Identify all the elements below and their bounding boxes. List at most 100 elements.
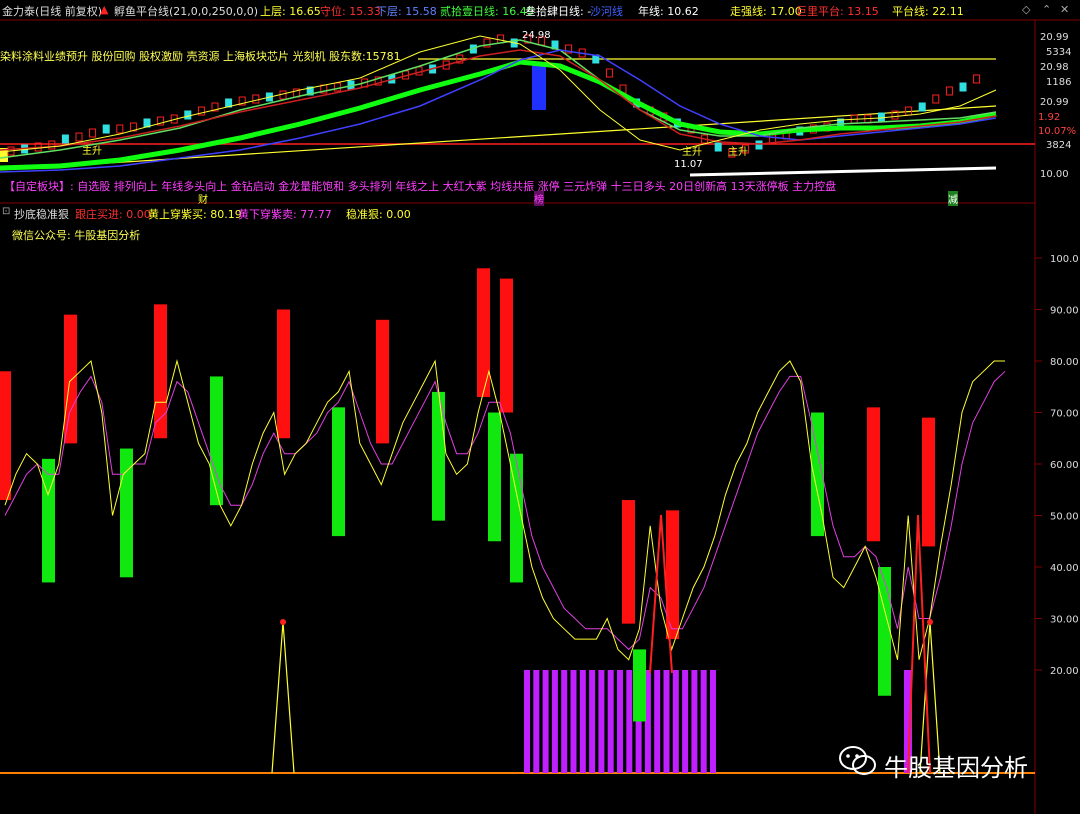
top-axis-2: 20.98 bbox=[1040, 62, 1069, 73]
top-axis-1: 5334 bbox=[1046, 47, 1072, 58]
price-candle bbox=[279, 90, 287, 100]
guard-value: 守位: 15.33 bbox=[320, 5, 381, 18]
panel-icon: ⊡ bbox=[2, 206, 11, 217]
purple-bar bbox=[570, 670, 577, 773]
purple-bar bbox=[617, 670, 623, 773]
purple-bar bbox=[700, 670, 707, 773]
y-tick-label: 100.0 bbox=[1050, 254, 1079, 265]
giant-value: 巨里平台: 13.15 bbox=[796, 5, 879, 18]
green-bar bbox=[633, 649, 646, 722]
title-bar: 金力泰(日线 前复权) ▲ 孵鱼平台线(21,0,0,250,0,0) 上层: … bbox=[0, 0, 1080, 20]
daily2-value: 贰拾壹日线: 16.49 bbox=[440, 5, 534, 18]
top-axis-5: 1.92 bbox=[1038, 112, 1061, 123]
price-candle bbox=[714, 142, 722, 152]
y-tick-label: 20.00 bbox=[1050, 666, 1079, 677]
indicator-panel-header: 抄底稳准狠 跟庄买进: 0.00 黄上穿紫买: 80.19 黄下穿紫卖: 77.… bbox=[0, 204, 1080, 222]
purple-bar bbox=[561, 670, 568, 773]
red-bar bbox=[64, 314, 77, 444]
y-tick-label: 60.00 bbox=[1050, 460, 1079, 471]
purple-bar bbox=[710, 670, 716, 773]
price-candle bbox=[945, 86, 953, 96]
wechat-caption: 微信公众号: 牛股基因分析 bbox=[12, 229, 141, 242]
price-low-label: 11.07 bbox=[674, 159, 703, 170]
y-tick-label: 50.00 bbox=[1050, 512, 1079, 523]
price-candle bbox=[959, 82, 967, 92]
yellow-cross-up-value: 黄上穿紫买: 80.19 bbox=[148, 208, 242, 221]
watermark-text: 牛股基因分析 bbox=[884, 754, 1028, 782]
year-trend-line bbox=[0, 105, 997, 171]
spike-dot bbox=[280, 619, 286, 625]
price-candle bbox=[102, 124, 110, 134]
green-bar bbox=[42, 458, 55, 583]
red-bar bbox=[922, 417, 935, 547]
lower-value: 下层: 15.58 bbox=[376, 5, 437, 18]
purple-bar bbox=[663, 670, 670, 773]
green-bar bbox=[120, 448, 133, 578]
yellow-cross-down-value: 黄下穿紫卖: 77.77 bbox=[238, 208, 332, 221]
concept-tagline: 染料涂料业绩预升 股份回购 股权激励 壳资源 上海板块芯片 光刻机 股东数:15… bbox=[0, 50, 401, 63]
green-bar bbox=[878, 567, 891, 696]
red-bar bbox=[0, 371, 11, 501]
purple-bar bbox=[542, 670, 549, 773]
purple-bar bbox=[691, 670, 698, 773]
purple-bar bbox=[626, 670, 633, 773]
top-axis-7: 3824 bbox=[1046, 140, 1072, 151]
y-tick-label: 70.00 bbox=[1050, 409, 1079, 420]
price-candle bbox=[973, 74, 981, 84]
spike-dot bbox=[927, 619, 933, 625]
price-candle bbox=[932, 94, 940, 104]
price-candle bbox=[75, 132, 83, 142]
price-high-label: 24.98 bbox=[522, 30, 551, 41]
price-candle bbox=[61, 134, 69, 144]
price-candle bbox=[333, 82, 341, 92]
zhusheng-label-2: 主升 bbox=[682, 147, 702, 158]
platform-value: 平台线: 22.11 bbox=[892, 5, 964, 18]
top-axis-3: 1186 bbox=[1046, 77, 1072, 88]
steady-value: 稳准狠: 0.00 bbox=[346, 208, 411, 221]
chevron-up-icon[interactable]: ⌃ bbox=[1042, 3, 1051, 16]
daily3-value: 叁拾肆日线: - bbox=[525, 5, 592, 18]
price-candle bbox=[918, 102, 926, 112]
close-icon[interactable]: ✕ bbox=[1060, 3, 1069, 16]
wechat-logo-icon bbox=[839, 746, 876, 775]
price-candle bbox=[497, 34, 505, 44]
purple-bar bbox=[589, 670, 596, 773]
red-bar bbox=[622, 500, 635, 624]
purple-bar bbox=[579, 670, 586, 773]
purple-bar bbox=[607, 670, 614, 773]
price-candle bbox=[877, 112, 885, 122]
red-bar bbox=[277, 309, 290, 439]
yellow-spike bbox=[271, 621, 295, 774]
price-candle bbox=[48, 140, 56, 150]
green-bar bbox=[332, 407, 345, 537]
price-candle bbox=[252, 94, 260, 104]
purple-bar bbox=[533, 670, 540, 773]
signal-list: 【自定板块】: 自选股 排列向上 年线多头向上 金钻启动 金龙量能饱和 多头排列… bbox=[4, 180, 837, 193]
price-candle bbox=[89, 128, 97, 138]
indicator-name[interactable]: 孵鱼平台线(21,0,0,250,0,0) bbox=[114, 3, 258, 19]
sp-value: 沙河线 bbox=[590, 5, 623, 18]
chart-canvas: 20.00 30.00 40.00 50.00 60.00 70.00 80.00 90.00… bbox=[0, 19, 1080, 814]
y-tick-label: 40.00 bbox=[1050, 563, 1079, 574]
red-bar bbox=[376, 319, 389, 444]
price-candle bbox=[755, 140, 763, 150]
purple-bar bbox=[682, 670, 689, 773]
top-axis-8: 10.00 bbox=[1040, 169, 1069, 180]
upper-value: 上层: 16.65 bbox=[260, 5, 321, 18]
red-bar bbox=[867, 407, 880, 542]
follow-buy-value: 跟庄买进: 0.00 bbox=[75, 208, 151, 221]
purple-bar bbox=[598, 670, 605, 773]
red-bar bbox=[500, 278, 513, 413]
zhusheng-label-1: 主升 bbox=[82, 146, 102, 157]
arrow-up-icon: ▲ bbox=[100, 3, 109, 16]
price-candle bbox=[184, 110, 192, 120]
top-axis-6: 10.07% bbox=[1038, 126, 1077, 137]
top-axis-0: 20.99 bbox=[1040, 32, 1069, 43]
chevron-down-icon[interactable]: ◇ bbox=[1022, 3, 1030, 16]
price-candle bbox=[116, 124, 124, 134]
purple-bar bbox=[524, 670, 530, 773]
panel-title[interactable]: 抄底稳准狠 bbox=[14, 206, 69, 222]
top-axis-4: 20.99 bbox=[1040, 97, 1069, 108]
purple-bar bbox=[551, 670, 558, 773]
stock-title[interactable]: 金力泰(日线 前复权) bbox=[2, 3, 102, 19]
